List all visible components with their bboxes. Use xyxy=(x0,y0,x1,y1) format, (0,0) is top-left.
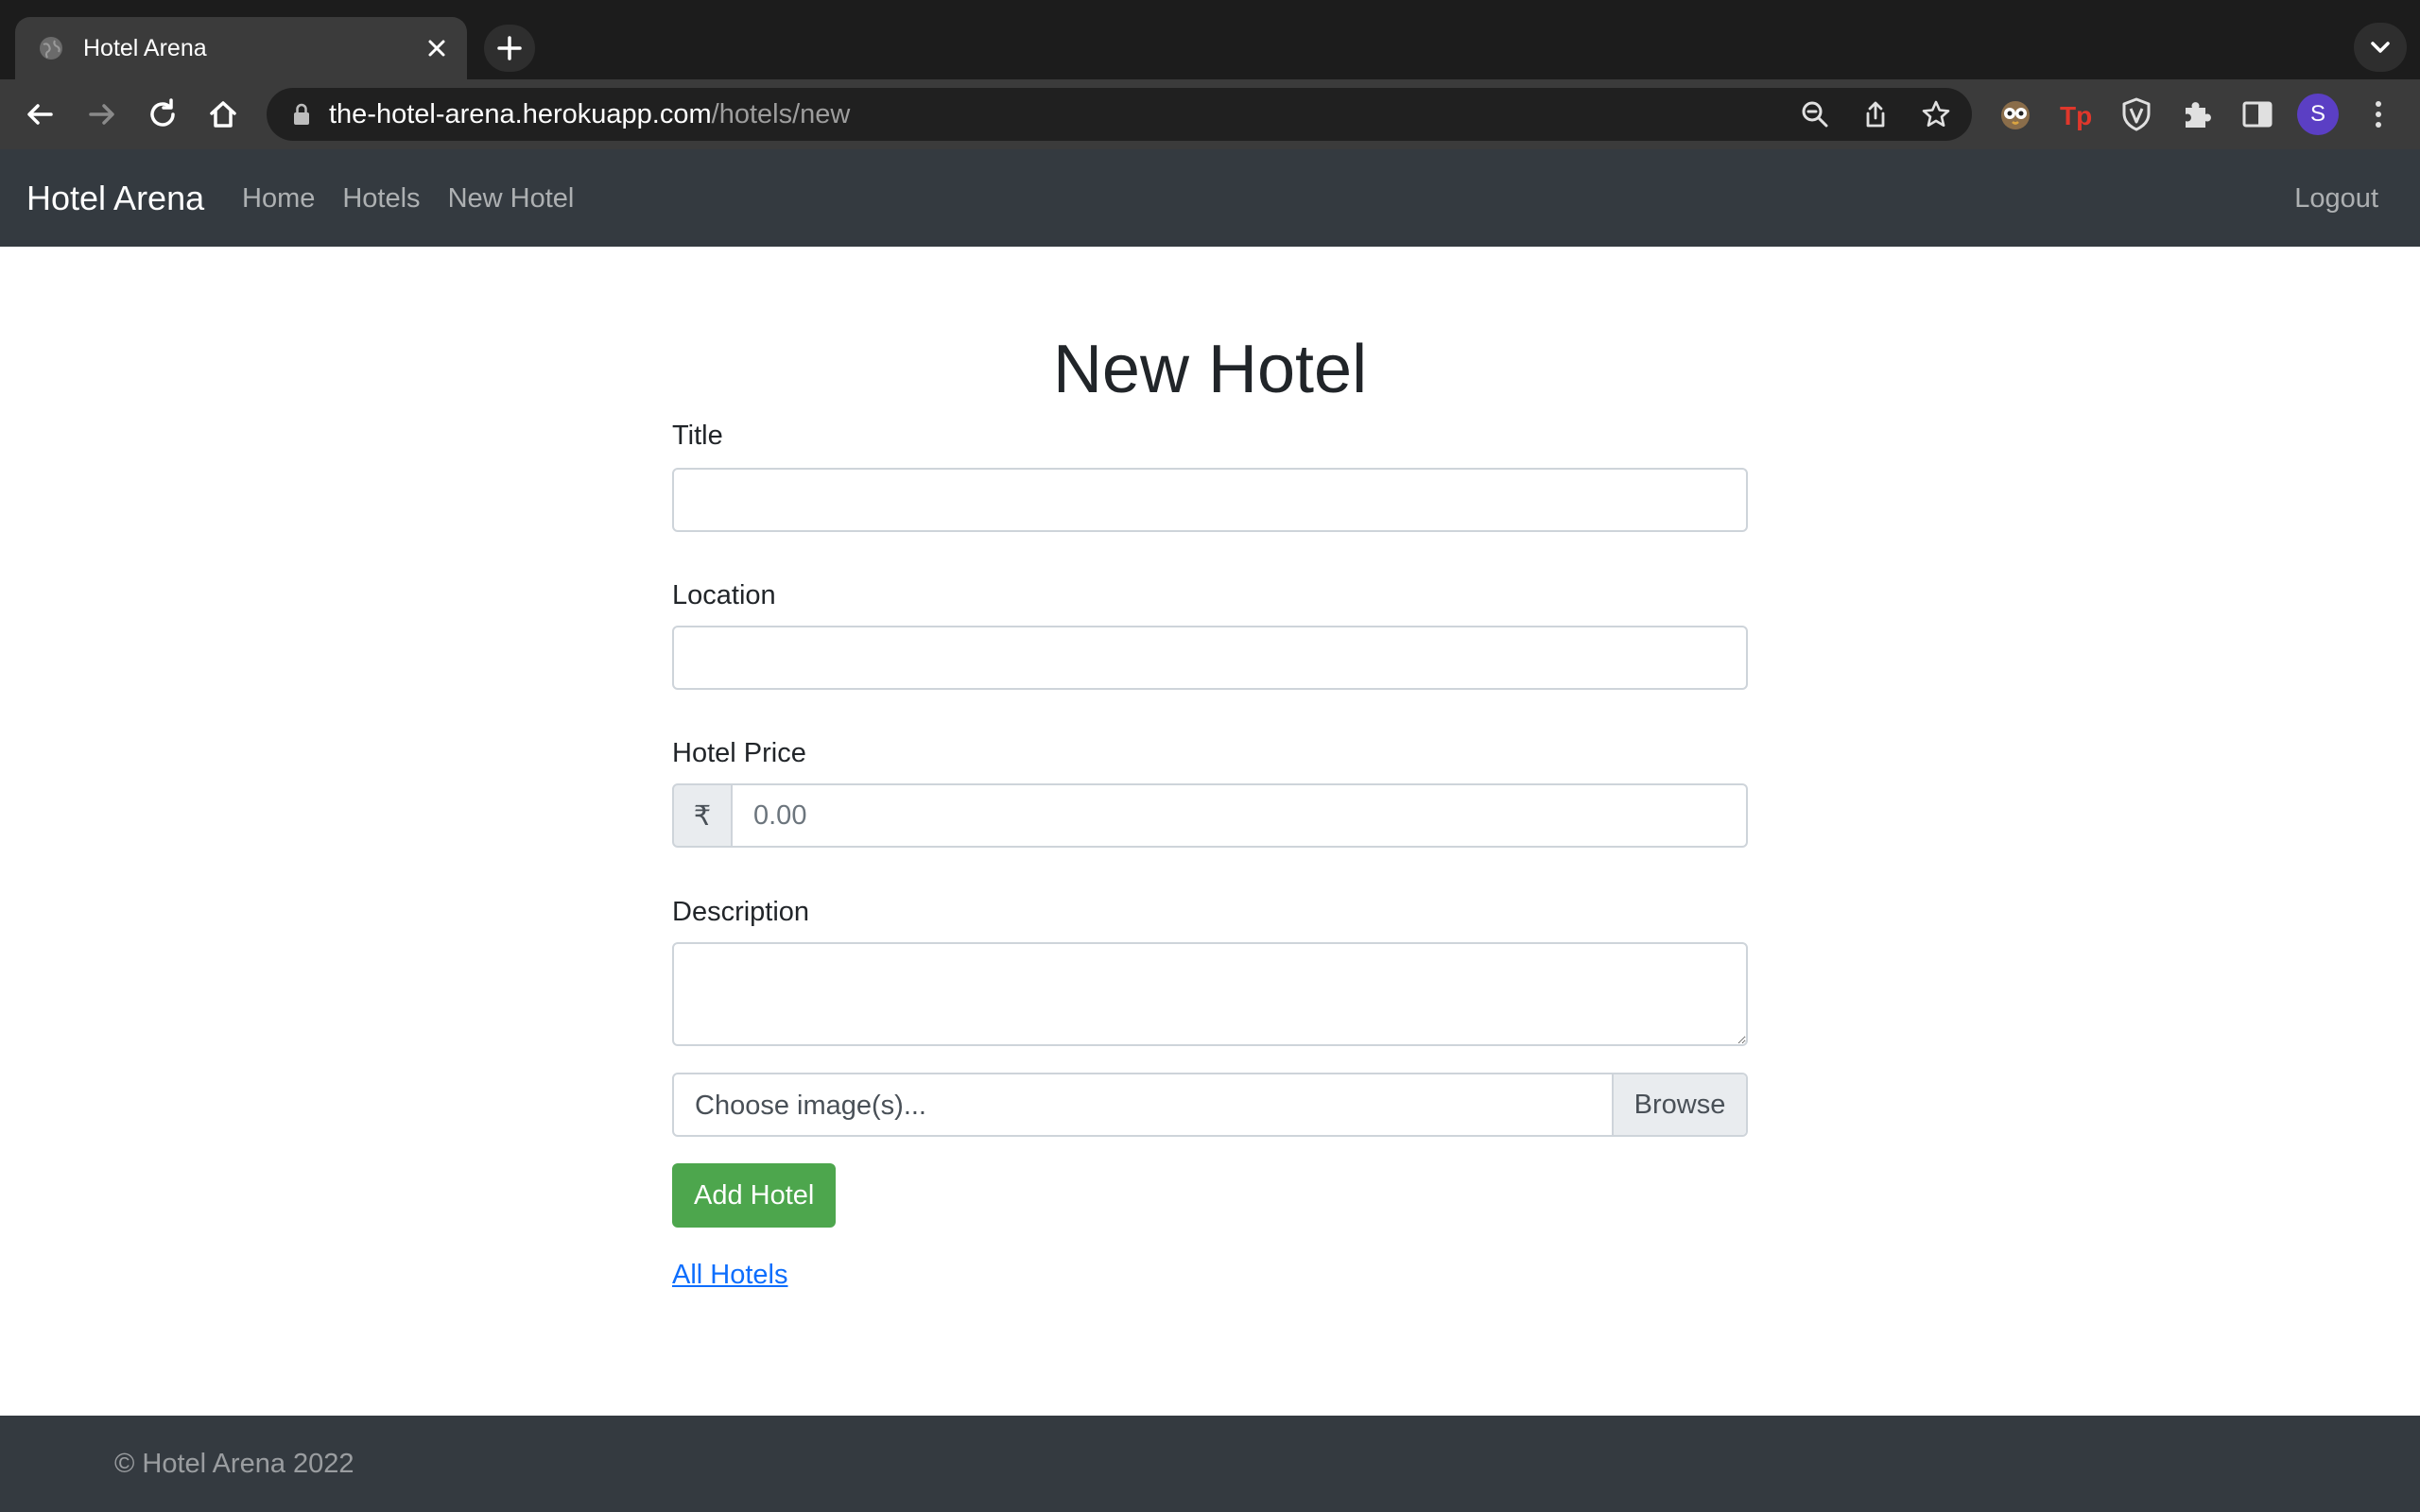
submit-row: Add Hotel xyxy=(672,1163,1748,1228)
tp-extension-icon[interactable]: Tp xyxy=(2057,95,2095,133)
nav-links: Home Hotels New Hotel xyxy=(242,181,601,215)
title-label: Title xyxy=(672,421,723,451)
side-panel-icon[interactable] xyxy=(2238,95,2276,133)
logout-link[interactable]: Logout xyxy=(2294,181,2378,215)
nav-link-home[interactable]: Home xyxy=(242,181,315,215)
puzzle-extensions-icon[interactable] xyxy=(2178,95,2216,133)
nav-link-new-hotel[interactable]: New Hotel xyxy=(448,181,575,215)
share-icon[interactable] xyxy=(1860,99,1891,129)
footer-copyright: © Hotel Arena 2022 xyxy=(114,1449,354,1479)
url-host: the-hotel-arena.herokuapp.com xyxy=(329,99,712,129)
page-title: New Hotel xyxy=(1052,332,1368,407)
file-placeholder: Choose image(s)... xyxy=(695,1091,926,1121)
site-navbar: Hotel Arena Home Hotels New Hotel Logout xyxy=(0,149,2420,247)
nav-link-hotels[interactable]: Hotels xyxy=(342,181,420,215)
currency-prefix: ₹ xyxy=(672,783,733,848)
chevron-down-icon xyxy=(2371,42,2390,53)
tab-title: Hotel Arena xyxy=(83,35,207,61)
new-tab-button[interactable] xyxy=(484,25,535,72)
reload-icon[interactable] xyxy=(144,95,182,133)
shield-icon[interactable] xyxy=(2118,95,2155,133)
all-hotels-link[interactable]: All Hotels xyxy=(672,1258,788,1292)
lock-icon[interactable] xyxy=(291,102,312,127)
new-hotel-form: New Hotel Title Location Hotel Price ₹ D… xyxy=(672,326,1748,1292)
plus-icon xyxy=(497,36,522,60)
tab-search-button[interactable] xyxy=(2354,23,2407,72)
browser-toolbar: the-hotel-arena.herokuapp.com/hotels/new… xyxy=(0,79,2420,149)
title-input[interactable] xyxy=(672,468,1748,532)
browse-button[interactable]: Browse xyxy=(1612,1074,1746,1135)
title-group: Title xyxy=(672,419,1748,532)
add-hotel-button[interactable]: Add Hotel xyxy=(672,1163,837,1228)
price-input-group: ₹ xyxy=(672,783,1748,848)
price-label: Hotel Price xyxy=(672,738,806,768)
profile-avatar[interactable]: S xyxy=(2297,94,2339,135)
price-input[interactable] xyxy=(733,783,1748,848)
image-file-input[interactable]: Choose image(s)... Browse xyxy=(672,1073,1748,1137)
globe-icon xyxy=(40,37,62,60)
description-label: Description xyxy=(672,897,810,927)
browser-tab[interactable]: Hotel Arena xyxy=(15,17,467,79)
url-path: /hotels/new xyxy=(711,99,851,129)
zoom-icon[interactable] xyxy=(1800,99,1830,129)
svg-text:Tp: Tp xyxy=(2060,101,2092,130)
address-bar[interactable]: the-hotel-arena.herokuapp.com/hotels/new xyxy=(267,88,1972,141)
site-footer: © Hotel Arena 2022 xyxy=(0,1416,2420,1512)
price-group: Hotel Price ₹ xyxy=(672,736,1748,848)
location-input[interactable] xyxy=(672,626,1748,690)
location-label: Location xyxy=(672,580,776,610)
home-icon[interactable] xyxy=(204,95,242,133)
forward-arrow-icon[interactable] xyxy=(83,95,121,133)
all-hotels-row: All Hotels xyxy=(672,1258,1748,1292)
browser-tab-strip: Hotel Arena xyxy=(0,0,2420,79)
back-arrow-icon[interactable] xyxy=(21,95,59,133)
close-icon[interactable] xyxy=(424,35,450,61)
more-menu-icon[interactable] xyxy=(2360,95,2397,133)
url-text: the-hotel-arena.herokuapp.com/hotels/new xyxy=(329,99,850,129)
description-group: Description xyxy=(672,895,1748,1046)
location-group: Location xyxy=(672,578,1748,690)
owl-extension-icon[interactable] xyxy=(1996,95,2034,133)
brand-link[interactable]: Hotel Arena xyxy=(26,179,204,218)
bookmark-star-icon[interactable] xyxy=(1921,99,1951,129)
description-textarea[interactable] xyxy=(672,942,1748,1046)
